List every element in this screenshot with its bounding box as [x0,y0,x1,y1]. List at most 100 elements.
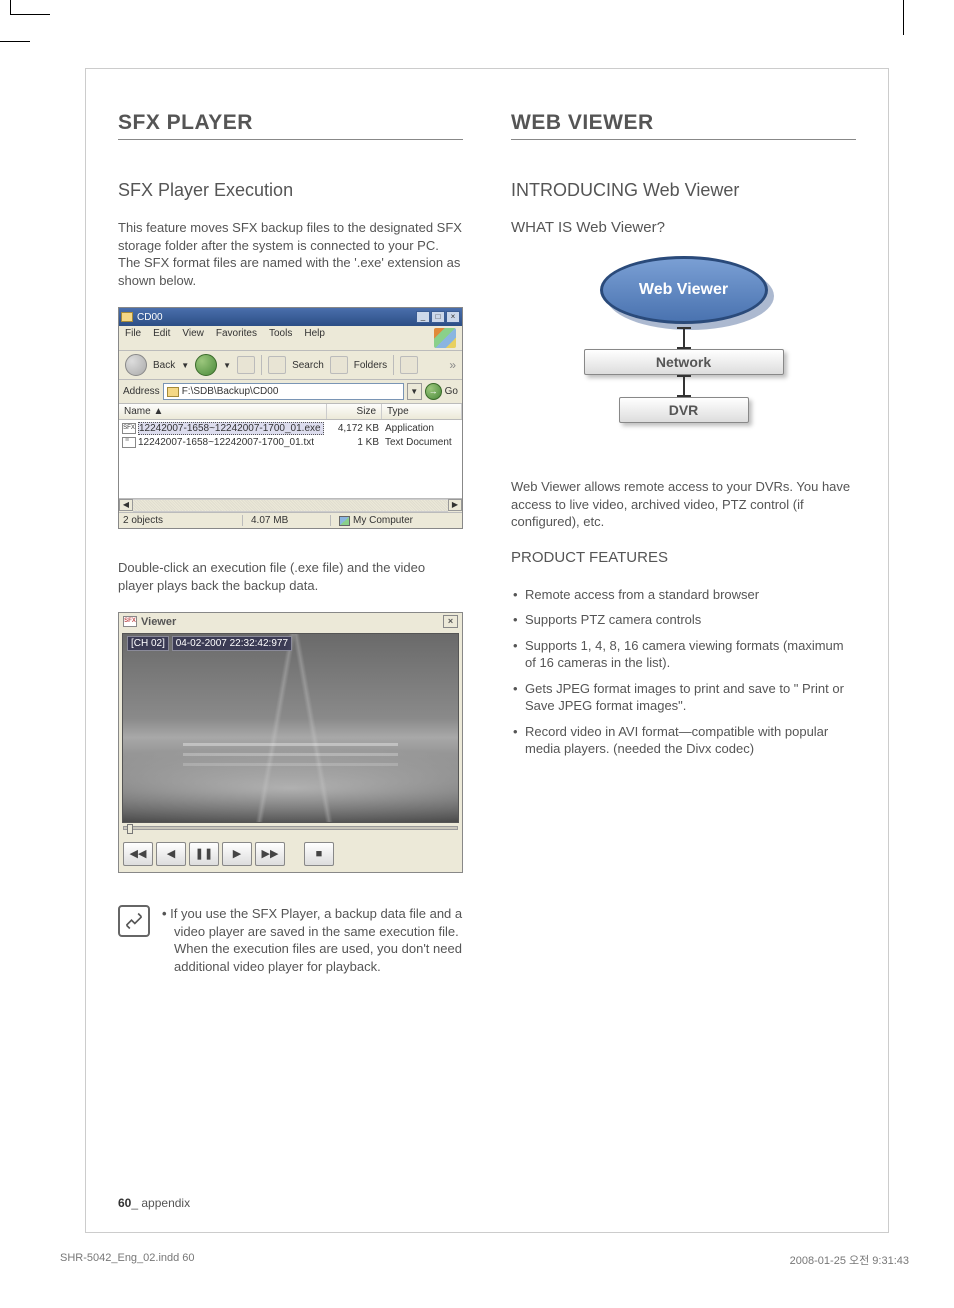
feature-item: Supports 1, 4, 8, 16 camera viewing form… [511,637,856,672]
forward-button-icon[interactable] [195,354,217,376]
explorer-titlebar: CD00 _ □ × [119,308,462,326]
address-bar: Address F:\SDB\Backup\CD00 ▼ → Go [119,380,462,404]
explorer-window: CD00 _ □ × File Edit View Favorites Tool… [118,307,463,529]
stop-button[interactable]: ■ [304,842,334,866]
txt-file-icon [122,437,136,448]
print-timestamp: 2008-01-25 오전 9:31:43 [790,1252,909,1268]
seek-thumb[interactable] [127,824,133,834]
file-row: 12242007-1658~12242007-1700_01.txt 1 KB … [119,435,462,449]
address-label: Address [123,386,160,397]
play-button[interactable]: ▶ [222,842,252,866]
pause-button[interactable]: ❚❚ [189,842,219,866]
right-column: WEB VIEWER INTRODUCING Web Viewer WHAT I… [511,111,856,975]
file-size: 1 KB [324,437,379,448]
osd-channel: [CH 02] [127,636,169,651]
folders-icon[interactable] [330,356,348,374]
note-icon [118,905,150,937]
up-icon[interactable] [237,356,255,374]
explorer-title: CD00 [137,312,163,323]
windows-logo-icon [434,328,456,348]
close-icon[interactable]: × [446,311,460,323]
address-dropdown-icon[interactable]: ▼ [407,383,422,400]
network-diagram: Web Viewer Network DVR [554,256,814,456]
page-number: 60_ appendix [118,1196,190,1210]
osd-timestamp: 04-02-2007 22:32:42:977 [172,636,292,651]
viewer-window: SFX Viewer × [CH 02] 04-02-2007 22:32:42… [118,612,463,873]
diagram-dvr: DVR [619,397,749,423]
file-list: SFX 12242007-1658~12242007-1700_01.exe 4… [119,420,462,498]
folder-icon [121,312,133,322]
sfx-p1: This feature moves SFX backup files to t… [118,219,463,289]
status-bar: 2 objects 4.07 MB My Computer [119,512,462,528]
playback-controls: ◀◀ ◀ ❚❚ ▶ ▶▶ ■ [119,838,462,872]
menu-tools[interactable]: Tools [269,328,292,348]
viewer-app-icon: SFX [123,616,137,627]
header-size[interactable]: Size [327,404,382,419]
folder-icon [167,387,179,397]
note-box: If you use the SFX Player, a backup data… [118,905,463,975]
feature-list: Remote access from a standard browser Su… [511,586,856,758]
page: SFX PLAYER SFX Player Execution This fea… [85,68,889,1233]
search-icon[interactable] [268,356,286,374]
file-name[interactable]: 12242007-1658~12242007-1700_01.txt [138,437,324,448]
note-text: If you use the SFX Player, a backup data… [162,905,463,975]
video-osd: [CH 02] 04-02-2007 22:32:42:977 [127,638,292,649]
file-row: SFX 12242007-1658~12242007-1700_01.exe 4… [119,421,462,435]
diagram-webviewer: Web Viewer [600,256,768,324]
menu-favorites[interactable]: Favorites [216,328,257,348]
menu-file[interactable]: File [125,328,141,348]
close-icon[interactable]: × [443,615,458,628]
go-label[interactable]: Go [445,386,458,397]
seek-slider[interactable] [123,826,458,836]
status-location: My Computer [339,515,450,526]
address-input[interactable]: F:\SDB\Backup\CD00 [163,383,404,400]
scroll-left-icon[interactable]: ◀ [119,499,133,511]
status-size: 4.07 MB [251,515,331,526]
column-headers: Name ▲ Size Type [119,404,462,420]
print-footer: SHR-5042_Eng_02.indd 60 2008-01-25 오전 9:… [60,1252,909,1268]
video-area: [CH 02] 04-02-2007 22:32:42:977 [122,633,459,823]
web-h3a: WHAT IS Web Viewer? [511,219,856,236]
diagram-network: Network [584,349,784,375]
views-icon[interactable] [400,356,418,374]
file-name[interactable]: 12242007-1658~12242007-1700_01.exe [138,422,324,435]
maximize-icon[interactable]: □ [431,311,445,323]
prev-button[interactable]: ◀ [156,842,186,866]
web-h1: WEB VIEWER [511,111,856,140]
search-label[interactable]: Search [292,360,324,371]
header-name[interactable]: Name ▲ [119,404,327,419]
horizontal-scrollbar: ◀ ▶ [119,498,462,512]
back-button-icon[interactable] [125,354,147,376]
feature-item: Record video in AVI format—compatible wi… [511,723,856,758]
scroll-right-icon[interactable]: ▶ [448,499,462,511]
header-type[interactable]: Type [382,404,462,419]
feature-item: Supports PTZ camera controls [511,611,856,629]
menu-help[interactable]: Help [304,328,325,348]
web-p1: Web Viewer allows remote access to your … [511,478,856,531]
file-size: 4,172 KB [324,423,379,434]
status-objects: 2 objects [123,515,243,526]
file-type: Text Document [379,437,459,448]
menu-edit[interactable]: Edit [153,328,170,348]
minimize-icon[interactable]: _ [416,311,430,323]
menu-view[interactable]: View [182,328,204,348]
left-column: SFX PLAYER SFX Player Execution This fea… [118,111,463,975]
rewind-button[interactable]: ◀◀ [123,842,153,866]
folders-label[interactable]: Folders [354,360,387,371]
sfx-h1: SFX PLAYER [118,111,463,140]
go-button-icon[interactable]: → [425,383,442,400]
feature-item: Remote access from a standard browser [511,586,856,604]
my-computer-icon [339,516,350,526]
file-type: Application [379,423,459,434]
sfx-p2: Double-click an execution file (.exe fil… [118,559,463,594]
feature-item: Gets JPEG format images to print and sav… [511,680,856,715]
print-filename: SHR-5042_Eng_02.indd 60 [60,1252,195,1268]
web-h3b: PRODUCT FEATURES [511,549,856,566]
back-label[interactable]: Back [153,360,175,371]
viewer-titlebar: SFX Viewer × [119,613,462,630]
toolbar-overflow-icon[interactable]: » [449,358,456,372]
ffwd-button[interactable]: ▶▶ [255,842,285,866]
exe-file-icon: SFX [122,423,136,434]
viewer-title: Viewer [141,616,176,628]
explorer-toolbar: Back ▼ ▼ Search Folders » [119,351,462,380]
